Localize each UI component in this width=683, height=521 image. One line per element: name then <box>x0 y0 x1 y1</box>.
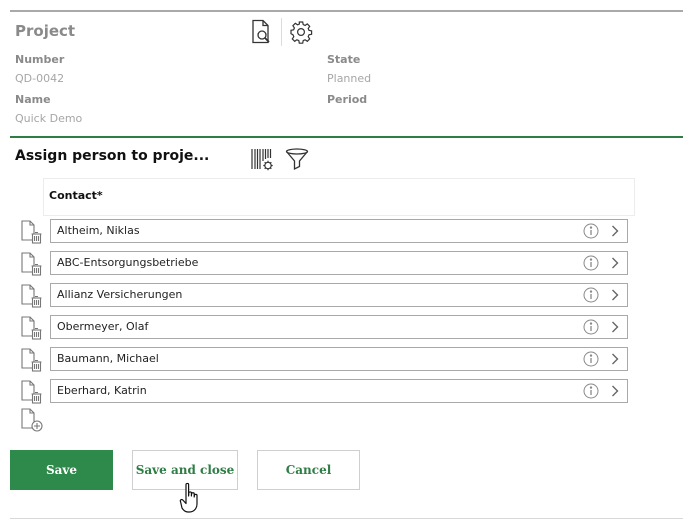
period-label: Period <box>327 93 368 106</box>
contact-row-text: ABC-Entsorgungsbetriebe <box>57 256 199 269</box>
cancel-button[interactable]: Cancel <box>257 450 360 490</box>
info-icon[interactable] <box>583 287 599 303</box>
delete-row-icon[interactable] <box>19 315 45 341</box>
state-value: Planned <box>327 72 372 85</box>
contact-row[interactable]: Baumann, Michael <box>50 347 628 371</box>
chevron-right-icon[interactable] <box>607 319 623 335</box>
number-value: QD-0042 <box>15 72 65 85</box>
contact-row-text: Eberhard, Katrin <box>57 384 147 397</box>
hand-pointer-icon <box>178 481 206 515</box>
top-divider <box>10 10 683 12</box>
chevron-right-icon[interactable] <box>607 351 623 367</box>
save-button[interactable]: Save <box>10 450 113 490</box>
delete-row-icon[interactable] <box>19 347 45 373</box>
contact-row-text: Obermeyer, Olaf <box>57 320 149 333</box>
contact-row[interactable]: Obermeyer, Olaf <box>50 315 628 339</box>
contact-row[interactable]: Eberhard, Katrin <box>50 379 628 403</box>
contact-column-header-label: Contact* <box>49 189 103 202</box>
filter-icon[interactable] <box>283 145 311 173</box>
project-section-title: Project <box>15 22 76 40</box>
add-row-icon[interactable] <box>19 407 45 433</box>
name-label: Name <box>15 93 51 106</box>
info-icon[interactable] <box>583 351 599 367</box>
info-icon[interactable] <box>583 383 599 399</box>
contact-row[interactable]: Allianz Versicherungen <box>50 283 628 307</box>
document-search-icon[interactable] <box>248 18 276 46</box>
header-icon-separator <box>281 18 282 46</box>
chevron-right-icon[interactable] <box>607 223 623 239</box>
delete-row-icon[interactable] <box>19 251 45 277</box>
info-icon[interactable] <box>583 255 599 271</box>
number-label: Number <box>15 53 65 66</box>
contact-row-text: Baumann, Michael <box>57 352 159 365</box>
state-label: State <box>327 53 361 66</box>
contact-row-text: Altheim, Niklas <box>57 224 140 237</box>
gear-icon[interactable] <box>287 18 315 46</box>
name-value: Quick Demo <box>15 112 83 125</box>
chevron-right-icon[interactable] <box>607 383 623 399</box>
delete-row-icon[interactable] <box>19 219 45 245</box>
contact-column-header <box>43 178 635 216</box>
barcode-settings-icon[interactable] <box>248 145 276 173</box>
section-divider <box>10 136 683 138</box>
chevron-right-icon[interactable] <box>607 287 623 303</box>
delete-row-icon[interactable] <box>19 283 45 309</box>
delete-row-icon[interactable] <box>19 379 45 405</box>
chevron-right-icon[interactable] <box>607 255 623 271</box>
info-icon[interactable] <box>583 223 599 239</box>
info-icon[interactable] <box>583 319 599 335</box>
contact-row-text: Allianz Versicherungen <box>57 288 183 301</box>
bottom-divider <box>10 518 683 519</box>
contact-row[interactable]: Altheim, Niklas <box>50 219 628 243</box>
assign-section-title: Assign person to proje... <box>15 148 210 164</box>
contact-row[interactable]: ABC-Entsorgungsbetriebe <box>50 251 628 275</box>
